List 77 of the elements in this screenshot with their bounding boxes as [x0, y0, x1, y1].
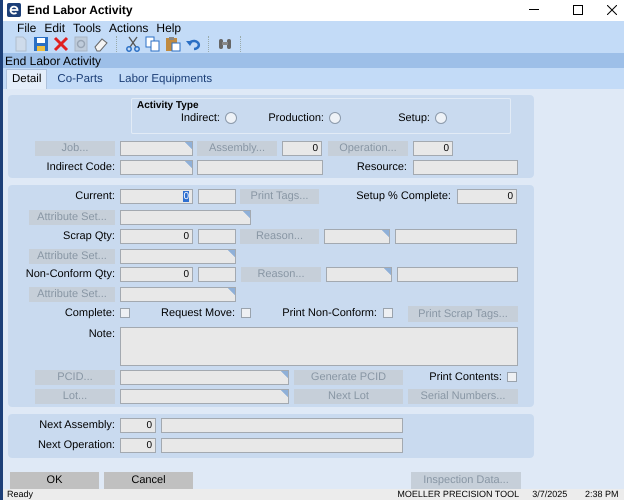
field-label: Scrap Qty:: [62, 228, 115, 244]
close-icon[interactable]: [607, 5, 617, 16]
input-field[interactable]: [198, 266, 236, 282]
status-time: 2:38 PM: [584, 488, 620, 500]
radio-label: Indirect:: [180, 112, 220, 124]
field-label: Next Operation:: [36, 438, 115, 453]
input-field[interactable]: [395, 228, 517, 244]
radio-button[interactable]: [225, 112, 237, 124]
checkbox[interactable]: [120, 308, 130, 318]
field-label: Non-Conform Qty:: [24, 266, 115, 282]
input-field[interactable]: 0: [120, 266, 193, 282]
minimize-icon[interactable]: [529, 9, 539, 12]
save-icon[interactable]: [33, 36, 49, 52]
lookup-field[interactable]: [120, 286, 236, 302]
action-button[interactable]: OK: [10, 472, 99, 489]
field-label: Resource:: [356, 160, 407, 175]
input-field[interactable]: 0: [120, 228, 193, 244]
field-label: Print Non-Conform:: [281, 306, 377, 321]
radio-button[interactable]: [435, 112, 447, 124]
input-field[interactable]: 0: [120, 188, 193, 204]
lookup-field[interactable]: [120, 388, 289, 404]
menu-item[interactable]: Help: [152, 20, 186, 35]
tab[interactable]: Co-Parts: [51, 68, 109, 89]
input-field[interactable]: 0: [413, 140, 453, 156]
checkbox[interactable]: [241, 308, 251, 318]
menu-item[interactable]: File: [13, 20, 40, 35]
radio-label: Production:: [268, 112, 324, 124]
tab[interactable]: Detail: [6, 68, 48, 89]
lookup-field[interactable]: [120, 248, 236, 264]
field-label: Print Contents:: [428, 370, 502, 385]
field-label: Setup % Complete:: [355, 188, 451, 204]
status-company: MOELLER PRECISION TOOL: [396, 488, 520, 500]
lookup-field[interactable]: [120, 210, 251, 225]
group-title: Activity Type: [137, 100, 198, 111]
radio-label: Setup:: [398, 112, 430, 124]
tab[interactable]: Labor Equipments: [112, 68, 218, 89]
window-title: End Labor Activity: [27, 3, 134, 18]
input-field[interactable]: [413, 160, 518, 175]
input-field[interactable]: 0: [120, 418, 156, 433]
copy-icon[interactable]: [145, 36, 161, 52]
eraser-icon[interactable]: [93, 36, 109, 52]
input-field[interactable]: [397, 266, 518, 282]
field-label: Complete:: [64, 306, 115, 321]
field-label: Request Move:: [160, 306, 235, 321]
status-date: 3/7/2025: [531, 488, 568, 500]
input-field[interactable]: 0: [457, 188, 517, 204]
lookup-field[interactable]: [324, 228, 390, 244]
input-field[interactable]: [161, 418, 403, 433]
action-button[interactable]: Cancel: [104, 472, 193, 489]
clipboard-icon[interactable]: [165, 36, 181, 52]
radio-button[interactable]: [329, 112, 341, 124]
menu-item[interactable]: Tools: [69, 20, 106, 35]
input-field[interactable]: [198, 188, 236, 204]
input-field[interactable]: 0: [282, 140, 322, 156]
form-title: End Labor Activity: [3, 53, 624, 68]
checkbox[interactable]: [507, 372, 517, 382]
lookup-field[interactable]: [120, 160, 193, 175]
field-label: Next Assembly:: [38, 418, 115, 433]
field-label: Indirect Code:: [46, 160, 115, 175]
field-label: Note:: [88, 326, 115, 342]
input-field[interactable]: [197, 160, 323, 175]
field-label: Current:: [74, 188, 115, 204]
maximize-icon[interactable]: [573, 5, 583, 16]
scissors-icon[interactable]: [125, 36, 141, 52]
checkbox[interactable]: [383, 308, 393, 318]
input-field[interactable]: [161, 438, 403, 453]
input-field[interactable]: [198, 228, 236, 244]
lookup-field[interactable]: [120, 140, 193, 156]
menu-item[interactable]: Edit: [40, 20, 70, 35]
app-icon: [7, 3, 21, 18]
delete-icon[interactable]: [53, 36, 69, 52]
menu-item[interactable]: Actions: [105, 20, 152, 35]
lookup-field[interactable]: [120, 370, 289, 385]
status-message: Ready: [6, 488, 34, 500]
input-field[interactable]: 0: [120, 438, 156, 453]
note-field[interactable]: [120, 326, 518, 366]
lookup-field[interactable]: [326, 266, 392, 282]
